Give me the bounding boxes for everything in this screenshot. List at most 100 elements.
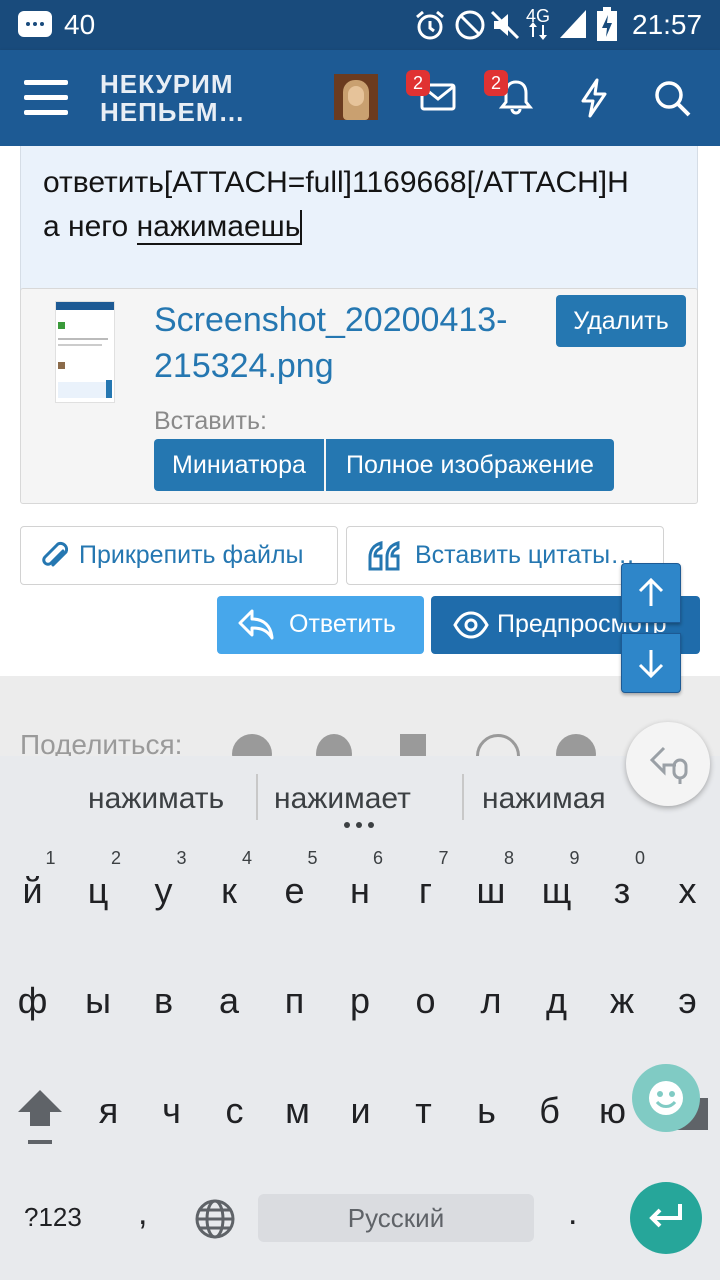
insert-thumbnail-button[interactable]: Миниатюра bbox=[154, 439, 324, 491]
key-row1-5[interactable]: н bbox=[328, 870, 393, 912]
key-row2-2[interactable]: в bbox=[131, 980, 196, 1022]
suggestion-divider bbox=[462, 774, 464, 820]
key-row1-2[interactable]: у bbox=[131, 870, 196, 912]
insert-label: Вставить: bbox=[154, 407, 267, 435]
reply-button[interactable]: Ответить bbox=[217, 596, 424, 654]
key-row1-4[interactable]: е bbox=[262, 870, 327, 912]
suggestion-divider bbox=[256, 774, 258, 820]
symbols-key[interactable]: ?123 bbox=[24, 1202, 82, 1233]
editor-line-2: а него нажимаешь bbox=[43, 205, 303, 249]
period-key[interactable]: . bbox=[568, 1194, 577, 1233]
delete-attachment-button[interactable]: Удалить bbox=[556, 295, 686, 347]
key-row2-5[interactable]: р bbox=[328, 980, 393, 1022]
key-row1-7[interactable]: ш bbox=[459, 870, 524, 912]
battery-charging-icon bbox=[597, 7, 617, 41]
notification-count: 40 bbox=[64, 9, 96, 40]
site-logo[interactable]: НЕКУРИМ НЕПЬЕМ… bbox=[100, 70, 246, 126]
key-hint: 7 bbox=[438, 848, 449, 868]
suggestion-bar: нажимать нажимает нажимая bbox=[0, 756, 720, 834]
editor-line-1: ответить[ATTACH=full]1169668[/ATTACH]Н bbox=[43, 166, 629, 199]
arrow-up-icon bbox=[638, 578, 664, 606]
key-row3-3[interactable]: м bbox=[265, 1090, 330, 1132]
reply-form: ответить[ATTACH=full]1169668[/ATTACH]Н а… bbox=[0, 146, 720, 676]
attachment-filename[interactable]: Screenshot_20200413- 215324.png bbox=[154, 297, 508, 389]
key-hint: 2 bbox=[110, 848, 121, 868]
suggestion-3[interactable]: нажимая bbox=[482, 782, 606, 816]
key-row1-10[interactable]: х bbox=[655, 870, 720, 912]
key-row2-6[interactable]: о bbox=[393, 980, 458, 1022]
key-row1-0[interactable]: й bbox=[0, 870, 65, 912]
inbox-badge: 2 bbox=[406, 70, 430, 96]
key-row3-5[interactable]: т bbox=[391, 1090, 456, 1132]
logo-line-2: НЕПЬЕМ… bbox=[100, 97, 246, 127]
key-row1-9[interactable]: з bbox=[590, 870, 655, 912]
suggestion-2[interactable]: нажимает bbox=[274, 782, 411, 816]
insert-full-image-button[interactable]: Полное изображение bbox=[326, 439, 614, 491]
key-hint: 9 bbox=[569, 848, 580, 868]
attach-files-label: Прикрепить файлы bbox=[79, 541, 304, 569]
voice-reply-icon bbox=[649, 746, 688, 784]
logo-line-1: НЕКУРИМ bbox=[100, 69, 234, 99]
key-hint: 8 bbox=[503, 848, 514, 868]
keyboard: й1ц2у3к4е5н6г7ш8щ9з0х фывапролджэ ячсмит… bbox=[0, 834, 720, 1280]
key-row2-7[interactable]: л bbox=[459, 980, 524, 1022]
lightning-icon[interactable] bbox=[578, 78, 610, 118]
shift-icon[interactable] bbox=[14, 1086, 66, 1146]
share-bar: Поделиться: bbox=[0, 676, 720, 778]
search-icon[interactable] bbox=[654, 80, 692, 118]
more-suggestions-icon[interactable] bbox=[344, 822, 374, 828]
key-row2-4[interactable]: п bbox=[262, 980, 327, 1022]
key-row1-3[interactable]: к bbox=[197, 870, 262, 912]
key-hint: 0 bbox=[634, 848, 645, 868]
insert-quotes-button[interactable]: Вставить цитаты… bbox=[346, 526, 664, 585]
key-row1-1[interactable]: ц bbox=[66, 870, 131, 912]
signal-icon bbox=[560, 10, 586, 38]
key-row2-0[interactable]: ф bbox=[0, 980, 65, 1022]
key-row3-1[interactable]: ч bbox=[139, 1090, 204, 1132]
avatar[interactable] bbox=[334, 74, 378, 120]
key-row2-1[interactable]: ы bbox=[66, 980, 131, 1022]
emoji-icon bbox=[649, 1081, 683, 1115]
status-bar: 40 4G 21:57 bbox=[0, 0, 720, 50]
paperclip-icon bbox=[42, 541, 69, 567]
scroll-down-button[interactable] bbox=[621, 633, 681, 693]
enter-icon bbox=[649, 1204, 682, 1228]
key-row3-4[interactable]: и bbox=[328, 1090, 393, 1132]
filename-line-2: 215324.png bbox=[154, 347, 334, 385]
voice-reply-button[interactable] bbox=[626, 722, 710, 806]
menu-icon[interactable] bbox=[24, 78, 68, 118]
suggestion-1[interactable]: нажимать bbox=[88, 782, 224, 816]
reply-icon bbox=[238, 609, 274, 640]
scroll-up-button[interactable] bbox=[621, 563, 681, 623]
key-row2-8[interactable]: д bbox=[524, 980, 589, 1022]
quote-icon bbox=[368, 541, 400, 571]
globe-icon[interactable] bbox=[194, 1198, 236, 1240]
key-hint: 1 bbox=[45, 848, 56, 868]
key-row2-3[interactable]: а bbox=[197, 980, 262, 1022]
alerts-badge: 2 bbox=[484, 70, 508, 96]
comma-key[interactable]: , bbox=[138, 1194, 147, 1233]
key-row3-7[interactable]: б bbox=[517, 1090, 582, 1132]
enter-key[interactable] bbox=[630, 1182, 702, 1254]
attachment-item: Screenshot_20200413- 215324.png Удалить … bbox=[20, 288, 698, 504]
arrow-down-icon bbox=[638, 650, 664, 678]
key-row2-9[interactable]: ж bbox=[590, 980, 655, 1022]
key-row3-6[interactable]: ь bbox=[454, 1090, 519, 1132]
key-row1-6[interactable]: г bbox=[393, 870, 458, 912]
alarm-icon bbox=[416, 10, 444, 40]
key-row1-8[interactable]: щ bbox=[524, 870, 589, 912]
insert-quotes-label: Вставить цитаты… bbox=[415, 541, 636, 569]
key-hint: 5 bbox=[307, 848, 318, 868]
data-arrows-icon bbox=[529, 22, 547, 40]
key-row2-10[interactable]: э bbox=[655, 980, 720, 1022]
emoji-button[interactable] bbox=[632, 1064, 700, 1132]
key-row3-2[interactable]: с bbox=[202, 1090, 267, 1132]
attach-files-button[interactable]: Прикрепить файлы bbox=[20, 526, 338, 585]
key-row3-0[interactable]: я bbox=[76, 1090, 141, 1132]
eye-icon bbox=[453, 611, 489, 639]
key-hint: 4 bbox=[241, 848, 252, 868]
clock: 21:57 bbox=[632, 9, 703, 40]
key-hint: 6 bbox=[372, 848, 383, 868]
space-bar[interactable]: Русский bbox=[258, 1194, 534, 1242]
attachment-thumbnail[interactable] bbox=[55, 301, 115, 403]
